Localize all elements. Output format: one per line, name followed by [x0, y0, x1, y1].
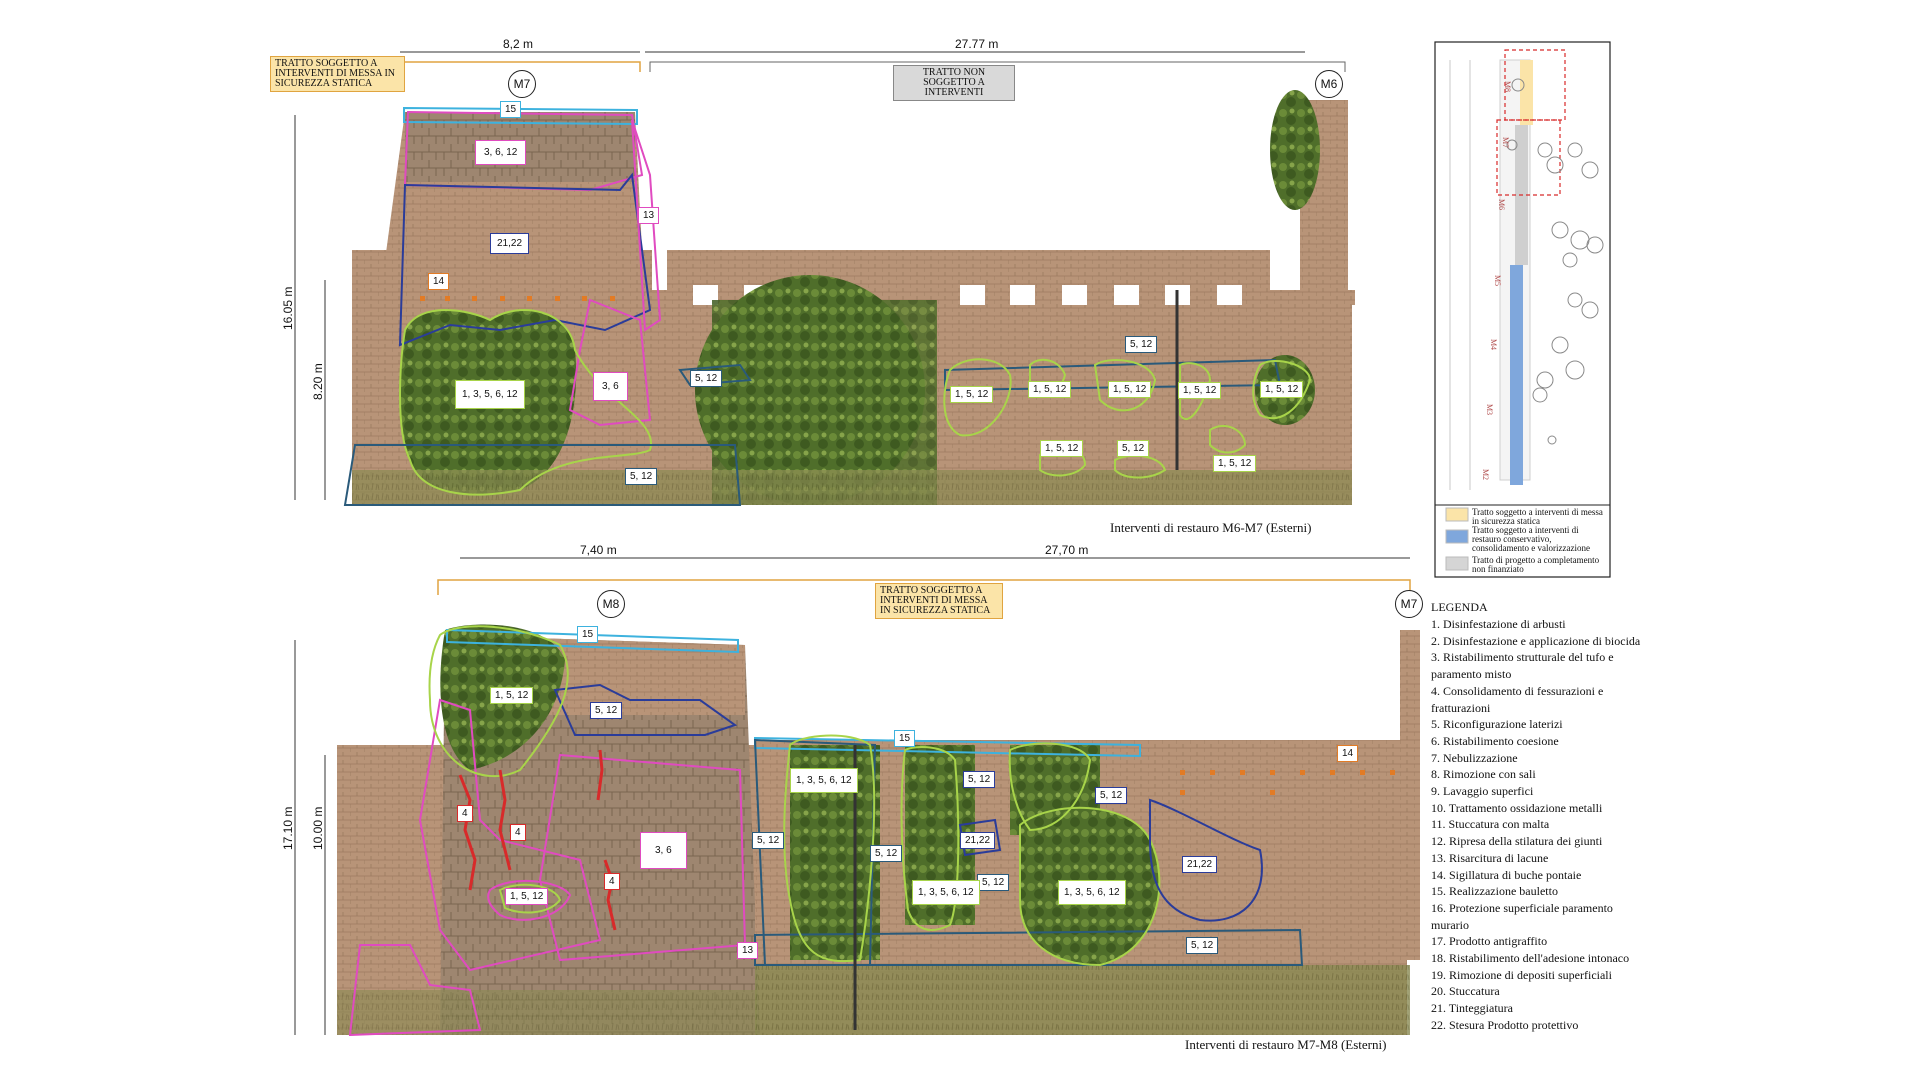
- top-code-5-12-d: 5, 12: [1117, 440, 1150, 457]
- top-tag-statica: Tratto soggetto a interventi di messa in…: [270, 56, 405, 92]
- legend-item-9: 9. Lavaggio superfici: [1431, 784, 1534, 799]
- legend-item-14: 14. Sigillatura di buche pontaie: [1431, 867, 1582, 882]
- bottom-code-5-12-c: 5, 12: [1095, 787, 1128, 804]
- map-legend-yellow: Tratto soggetto a interventi di messa in…: [1472, 507, 1603, 526]
- top-code-21-22: 21,22: [490, 233, 530, 254]
- map-label-m8: M8: [1503, 80, 1513, 93]
- legend-item-3: 3. Ristabilimento strutturale del tufo e…: [1431, 650, 1614, 682]
- bottom-code-5-12-e: 5, 12: [870, 845, 903, 862]
- map-label-m7: M7: [1501, 136, 1511, 149]
- bottom-dim-right: 27,70 m: [1045, 543, 1089, 557]
- top-code-1-5-12-e: 1, 5, 12: [1260, 381, 1304, 398]
- top-code-5-12-c: 5, 12: [1125, 336, 1158, 353]
- bottom-code-1-3-5-6-12-b: 1, 3, 5, 6, 12: [912, 880, 980, 905]
- top-code-1-5-12-f: 1, 5, 12: [1040, 440, 1084, 457]
- bottom-code-1-5-12-a: 1, 5, 12: [490, 687, 534, 704]
- top-dim-height-inner: 8.20 m: [311, 363, 325, 400]
- bottom-code-5-12-d: 5, 12: [752, 832, 785, 849]
- map-label-m5: M5: [1493, 274, 1503, 287]
- bottom-caption: Interventi di restauro M7-M8 (Esterni): [1185, 1037, 1387, 1052]
- top-code-1-3-5-6-12: 1, 3, 5, 6, 12: [455, 380, 525, 409]
- map-label-m6: M6: [1497, 198, 1507, 211]
- legend-item-11: 11. Stuccatura con malta: [1431, 817, 1550, 832]
- top-tag-non-soggetto: Tratto non soggetto a interventi: [893, 65, 1015, 101]
- marker-m7-top: M7: [508, 70, 536, 98]
- top-dim-height-total: 16.05 m: [281, 286, 295, 330]
- bottom-code-5-12-b: 5, 12: [963, 771, 996, 788]
- bottom-code-21-22-b: 21,22: [1182, 856, 1218, 873]
- top-code-5-12-b: 5, 12: [625, 468, 658, 485]
- legend-title: LEGENDA: [1431, 600, 1488, 614]
- bottom-dim-height-total: 17.10 m: [281, 806, 295, 850]
- bottom-code-21-22-a: 21,22: [960, 832, 996, 849]
- map-label-m2: M2: [1481, 468, 1491, 481]
- bottom-code-1-3-5-6-12-a: 1, 3, 5, 6, 12: [790, 768, 858, 793]
- top-code-13: 13: [638, 207, 660, 224]
- legend-item-21: 21. Tinteggiatura: [1431, 1001, 1514, 1016]
- legend-item-6: 6. Ristabilimento coesione: [1431, 733, 1559, 748]
- map-legend-grey: Tratto di progetto a completamento non f…: [1472, 555, 1600, 574]
- bottom-tag-statica: Tratto soggetto a interventi di messa in…: [875, 583, 1003, 619]
- marker-m6: M6: [1315, 70, 1343, 98]
- bottom-code-14: 14: [1337, 745, 1359, 762]
- top-code-1-5-12-g: 1, 5, 12: [1213, 455, 1257, 472]
- site-map: [1434, 41, 1611, 578]
- top-code-14: 14: [428, 273, 450, 290]
- bottom-code-5-12-a: 5, 12: [590, 702, 623, 719]
- legend-item-20: 20. Stuccatura: [1431, 984, 1500, 999]
- bottom-code-1-3-5-6-12-c: 1, 3, 5, 6, 12: [1058, 880, 1126, 905]
- top-code-3-6-12: 3, 6, 12: [475, 140, 527, 165]
- marker-m7-bottom: M7: [1395, 590, 1423, 618]
- bottom-code-15-b: 15: [894, 730, 916, 747]
- legend-item-8: 8. Rimozione con sali: [1431, 767, 1536, 782]
- bottom-dim-height-inner: 10.00 m: [311, 806, 325, 850]
- top-dim-left: 8,2 m: [503, 37, 534, 51]
- bottom-code-15-a: 15: [577, 626, 599, 643]
- legend-item-4: 4. Consolidamento di fessurazioni e frat…: [1431, 683, 1604, 715]
- top-dim-right: 27.77 m: [955, 37, 999, 51]
- bottom-code-5-12-f: 5, 12: [977, 874, 1010, 891]
- legend-item-13: 13. Risarcitura di lacune: [1431, 850, 1549, 865]
- bottom-code-4-c: 4: [604, 873, 620, 890]
- top-code-1-5-12-a: 1, 5, 12: [950, 386, 994, 403]
- top-code-15: 15: [500, 101, 522, 118]
- legend-item-19: 19. Rimozione di depositi superficiali: [1431, 967, 1612, 982]
- bottom-code-13: 13: [737, 942, 759, 959]
- top-caption: Interventi di restauro M6-M7 (Esterni): [1110, 520, 1312, 535]
- legend-item-18: 18. Ristabilimento dell'adesione intonac…: [1431, 951, 1630, 966]
- legend-item-1: 1. Disinfestazione di arbusti: [1431, 617, 1566, 631]
- top-code-3-6: 3, 6: [593, 372, 628, 401]
- map-label-m3: M3: [1485, 403, 1495, 416]
- legend-list: 1. Disinfestazione di arbusti 2. Disinfe…: [1431, 616, 1651, 1034]
- bottom-dim-left: 7,40 m: [580, 543, 617, 557]
- top-code-1-5-12-c: 1, 5, 12: [1108, 381, 1152, 398]
- map-label-m4: M4: [1489, 338, 1499, 351]
- legend-item-7: 7. Nebulizzazione: [1431, 750, 1518, 765]
- legend-item-5: 5. Riconfigurazione laterizi: [1431, 717, 1563, 732]
- legend-item-22: 22. Stesura Prodotto protettivo: [1431, 1017, 1579, 1032]
- top-code-1-5-12-b: 1, 5, 12: [1028, 381, 1072, 398]
- legend-item-2: 2. Disinfestazione e applicazione di bio…: [1431, 633, 1641, 648]
- legend-item-15: 15. Realizzazione bauletto: [1431, 884, 1558, 899]
- bottom-code-3-6: 3, 6: [640, 832, 687, 869]
- top-code-1-5-12-d: 1, 5, 12: [1178, 382, 1222, 399]
- top-code-5-12-a: 5, 12: [690, 370, 723, 387]
- bottom-code-1-5-12-b: 1, 5, 12: [505, 888, 549, 905]
- legend-item-10: 10. Trattamento ossidazione metalli: [1431, 800, 1603, 815]
- legend-item-16: 16. Protezione superficiale paramento mu…: [1431, 900, 1613, 932]
- bottom-code-4-a: 4: [457, 805, 473, 822]
- legend-item-12: 12. Ripresa della stilatura dei giunti: [1431, 834, 1603, 849]
- map-legend-blue: Tratto soggetto a interventi di restauro…: [1472, 525, 1590, 553]
- marker-m8: M8: [597, 590, 625, 618]
- bottom-code-5-12-g: 5, 12: [1186, 937, 1219, 954]
- legend-item-17: 17. Prodotto antigraffito: [1431, 934, 1548, 949]
- bottom-code-4-b: 4: [510, 824, 526, 841]
